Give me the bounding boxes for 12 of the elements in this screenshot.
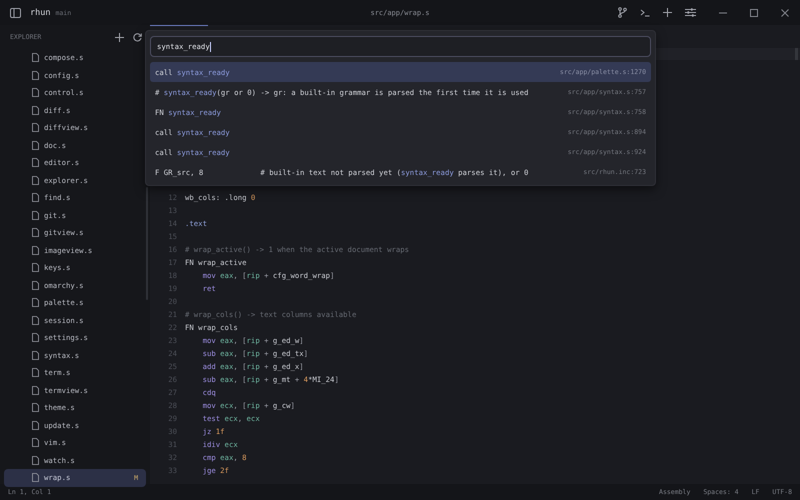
sidebar-toggle-icon[interactable] (10, 8, 21, 18)
sliders-icon[interactable] (685, 8, 696, 17)
plus-icon[interactable] (663, 8, 672, 17)
minimize-icon[interactable] (719, 12, 727, 14)
maximize-icon[interactable] (750, 8, 758, 16)
git-branch-icon[interactable] (618, 7, 627, 18)
app-name: rhun (30, 8, 50, 18)
terminal-icon[interactable] (640, 8, 650, 16)
tab-indicator (150, 25, 208, 26)
refresh-icon[interactable] (133, 32, 142, 42)
new-file-icon[interactable] (115, 32, 124, 42)
close-icon[interactable] (781, 8, 789, 16)
